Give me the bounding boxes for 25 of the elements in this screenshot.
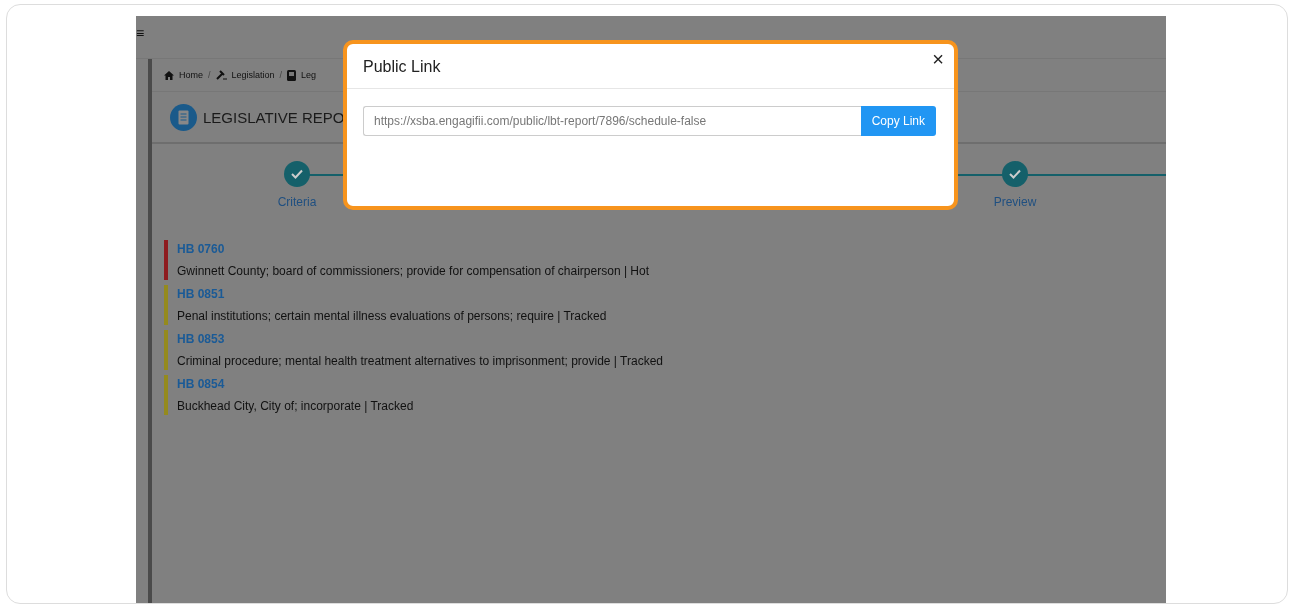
bill-description: Criminal procedure; mental health treatment alternatives to imprisonment; provide | Tracked: [177, 354, 663, 368]
step-label[interactable]: Criteria: [277, 195, 317, 209]
breadcrumb-link[interactable]: Leg: [301, 70, 317, 80]
link-field[interactable]: https://xsba.engagifii.com/public/lbt-report/7896/schedule-false: [363, 106, 861, 136]
bill-number-link[interactable]: HB 0854: [177, 377, 414, 391]
bill-number-link[interactable]: HB 0760: [177, 242, 649, 256]
bill-number-link[interactable]: HB 0851: [177, 287, 607, 301]
bill-description: Buckhead City, City of; incorporate | Tracked: [177, 399, 414, 413]
step-label[interactable]: Preview: [993, 195, 1037, 209]
copy-link-button[interactable]: Copy Link: [860, 106, 936, 136]
document-icon: [287, 69, 297, 81]
breadcrumb-separator: /: [279, 70, 283, 80]
bill-number-link[interactable]: HB 0853: [177, 332, 663, 346]
bill-description: Penal institutions; certain mental illness evaluations of persons; require | Tracked: [177, 309, 607, 323]
report-icon: [170, 103, 197, 131]
breadcrumb-link[interactable]: Home: [179, 70, 203, 80]
bill-description: Gwinnett County; board of commissioners; provide for compensation of chairperson | Hot: [177, 264, 649, 278]
dialog-title: Public Link: [363, 58, 441, 76]
breadcrumb-separator: /: [208, 70, 211, 80]
menu-icon[interactable]: ≡: [136, 16, 145, 40]
breadcrumb-link[interactable]: Legislation: [231, 70, 275, 80]
home-icon: [164, 70, 174, 80]
gavel-icon: [215, 70, 227, 80]
close-button[interactable]: ×: [932, 49, 944, 69]
page-title: LEGISLATIVE REPO: [203, 108, 345, 126]
